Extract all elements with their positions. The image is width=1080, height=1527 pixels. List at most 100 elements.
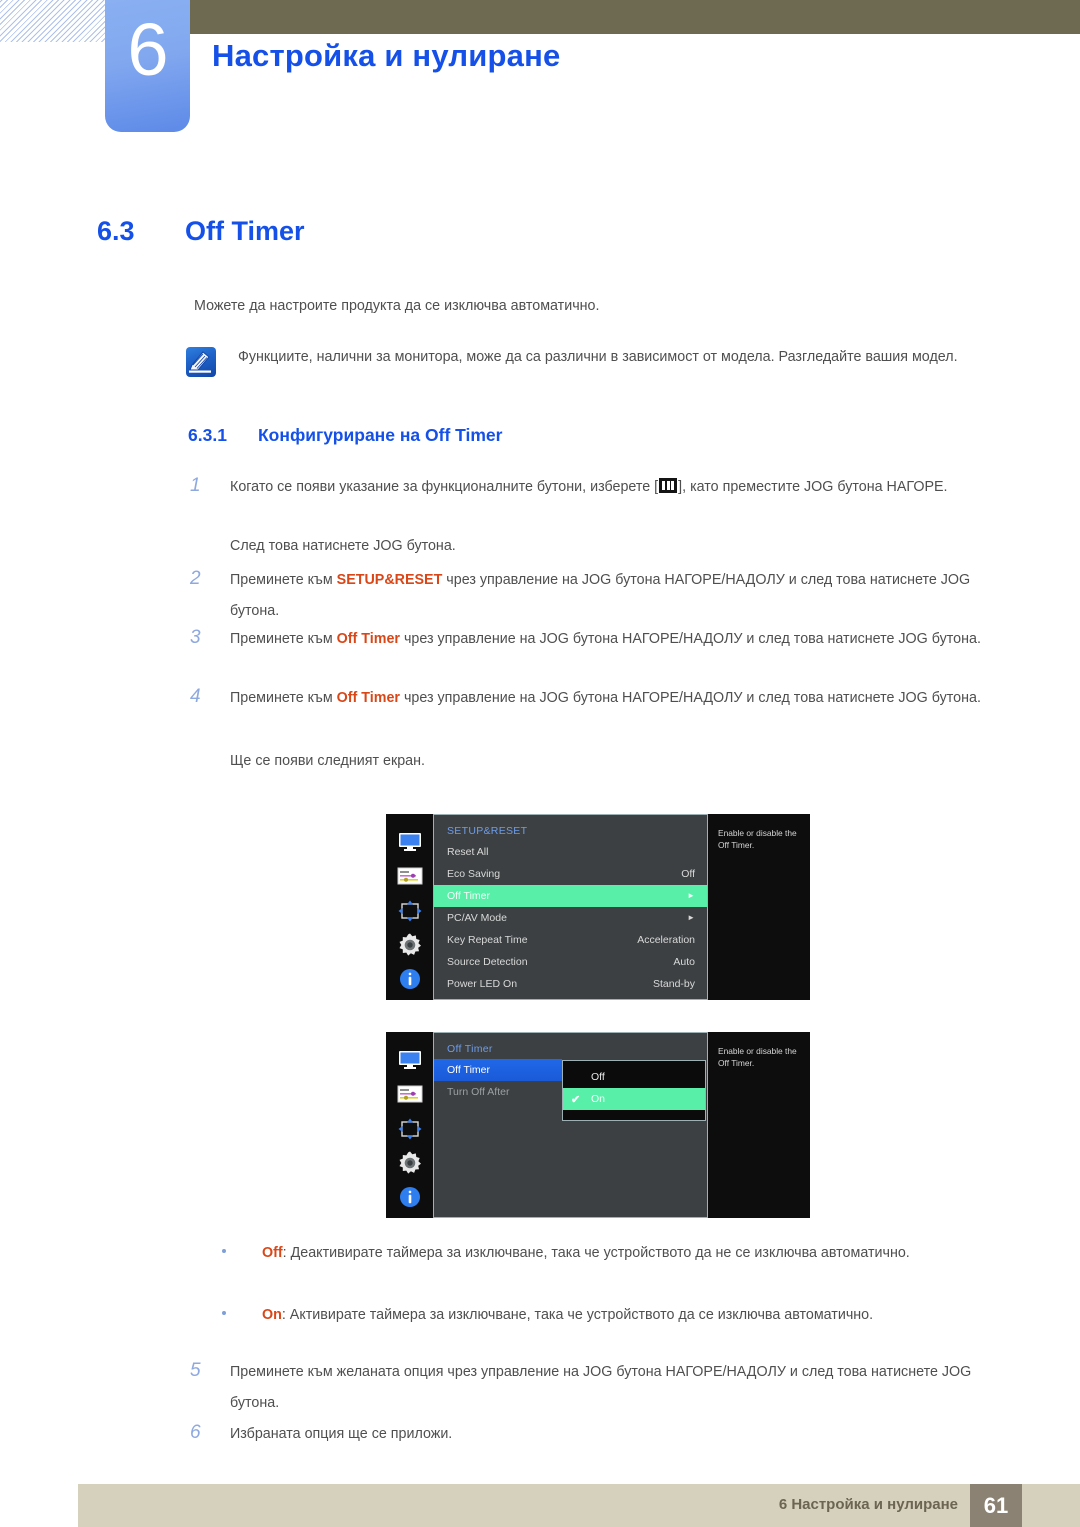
gear-icon	[395, 931, 425, 958]
osd-row-value: Auto	[673, 956, 695, 968]
step-6: 6 Избраната опция ще се приложи.	[190, 1419, 990, 1450]
screen-adjust-icon	[395, 1115, 425, 1142]
osd-icon-column	[386, 1032, 433, 1218]
step-2: 2 Преминете към SETUP&RESET чрез управле…	[190, 565, 990, 627]
osd-row-label: Key Repeat Time	[447, 934, 528, 946]
note-pencil-icon	[186, 347, 216, 377]
picture-settings-icon	[395, 862, 425, 889]
osd-icon-column	[386, 814, 433, 1000]
osd-menu-glyph-icon	[659, 478, 678, 493]
dropdown-option-off[interactable]: Off	[563, 1066, 705, 1088]
osd-row-label: Off Timer	[447, 1064, 490, 1076]
step-4-bold: Off Timer	[336, 690, 400, 706]
osd-row-label: Source Detection	[447, 956, 528, 968]
note-block: Функциите, налични за монитора, може да …	[186, 344, 996, 377]
step-number: 6	[190, 1422, 201, 1443]
page-number: 61	[983, 1492, 1009, 1518]
step-3-bold: Off Timer	[336, 631, 400, 647]
step-number: 2	[190, 568, 201, 589]
bullet-bold-off: Off	[262, 1245, 283, 1261]
info-icon	[395, 966, 425, 993]
bullet-off: Off: Деактивирате таймера за изключване,…	[222, 1238, 992, 1269]
step-number: 1	[190, 475, 201, 496]
section-title: Off Timer	[185, 216, 305, 246]
osd-row-off-timer-selected[interactable]: Off Timer ►	[434, 885, 707, 907]
bullet-text: On: Активирате таймера за изключване, та…	[262, 1300, 992, 1331]
osd-heading: Off Timer	[447, 1043, 493, 1055]
osd-row-source-detection[interactable]: Source Detection Auto	[434, 951, 707, 973]
osd-screenshot-setup-reset: SETUP&RESET Reset All Eco Saving Off Off…	[386, 814, 810, 1000]
osd-help-text: Enable or disable the Off Timer.	[708, 1032, 810, 1218]
off-timer-dropdown[interactable]: Off ✔ On	[562, 1060, 706, 1121]
chapter-number-badge: 6	[105, 0, 190, 132]
bullet-dot-icon	[222, 1249, 226, 1253]
dropdown-option-on[interactable]: ✔ On	[563, 1088, 705, 1110]
bullet-dot-icon	[222, 1311, 226, 1315]
bullet-on: On: Активирате таймера за изключване, та…	[222, 1300, 992, 1331]
bullet-text: Off: Деактивирате таймера за изключване,…	[262, 1238, 992, 1269]
bullet-body-off: : Деактивирате таймера за изключване, та…	[282, 1245, 910, 1261]
bullet-bold-on: On	[262, 1307, 282, 1323]
step-number: 5	[190, 1360, 201, 1381]
step-4: 4 Преминете към Off Timer чрез управлени…	[190, 683, 990, 714]
step-1-extra-text: След това натиснете JOG бутона.	[230, 538, 456, 554]
osd-row-power-led-on[interactable]: Power LED On Stand-by	[434, 973, 707, 995]
step-1-text-b: ], като преместите JOG бутона НАГОРЕ.	[678, 479, 948, 495]
step-text: Избраната опция ще се приложи.	[230, 1426, 453, 1442]
step-text: Когато се появи указание за функционални…	[230, 472, 990, 503]
gear-icon	[395, 1149, 425, 1176]
footer-page-box: 61	[970, 1484, 1022, 1527]
osd-row-off-timer-highlighted[interactable]: Off Timer	[434, 1059, 562, 1081]
step-4-extra: Ще се появи следният екран.	[190, 746, 990, 777]
step-3-pre: Преминете към	[230, 631, 337, 647]
header-olive-bar	[190, 0, 1080, 34]
screen-adjust-icon	[395, 897, 425, 924]
osd-row-label: Eco Saving	[447, 868, 501, 880]
monitor-icon	[395, 1046, 425, 1073]
dropdown-option-label: On	[591, 1093, 606, 1105]
step-text: Преминете към SETUP&RESET чрез управлени…	[230, 565, 990, 627]
osd-row-pc-av-mode[interactable]: PC/AV Mode ►	[434, 907, 707, 929]
step-3: 3 Преминете към Off Timer чрез управлени…	[190, 624, 990, 655]
dropdown-option-label: Off	[591, 1071, 605, 1083]
info-icon	[395, 1184, 425, 1211]
osd-screenshot-off-timer: Off Timer Off Timer Turn Off After Off ✔…	[386, 1032, 810, 1218]
step-3-post: чрез управление на JOG бутона НАГОРЕ/НАД…	[399, 631, 981, 647]
note-text: Функциите, налични за монитора, може да …	[238, 349, 958, 365]
step-1-text-a: Когато се появи указание за функционални…	[230, 479, 659, 495]
subsection-number: 6.3.1	[188, 425, 227, 445]
step-text: Преминете към Off Timer чрез управление …	[230, 624, 990, 655]
step-4-pre: Преминете към	[230, 690, 337, 706]
osd-row-value: Stand-by	[652, 978, 695, 990]
osd-row-label: Off Timer	[447, 890, 490, 902]
bullet-body-on: : Активирате таймера за изключване, така…	[281, 1307, 874, 1323]
footer-chapter-label: 6 Настройка и нулиране	[778, 1496, 958, 1513]
osd-main-panel: SETUP&RESET Reset All Eco Saving Off Off…	[433, 814, 708, 1000]
osd-row-eco-saving[interactable]: Eco Saving Off	[434, 863, 707, 885]
picture-settings-icon	[395, 1080, 425, 1107]
step-text: Преминете към Off Timer чрез управление …	[230, 683, 990, 714]
osd-row-label: Power LED On	[447, 978, 518, 990]
step-1: 1 Когато се появи указание за функционал…	[190, 472, 990, 503]
osd-row-label: Reset All	[447, 846, 489, 858]
step-text: Преминете към желаната опция чрез управл…	[230, 1364, 972, 1411]
intro-paragraph: Можете да настроите продукта да се изклю…	[194, 298, 600, 314]
osd-row-key-repeat-time[interactable]: Key Repeat Time Acceleration	[434, 929, 707, 951]
osd-help-text: Enable or disable the Off Timer.	[708, 814, 810, 1000]
osd-row-value: Off	[681, 868, 695, 880]
section-heading: 6.3 Off Timer	[97, 216, 997, 247]
osd-row-value: Acceleration	[637, 934, 695, 946]
step-4-post: чрез управление на JOG бутона НАГОРЕ/НАД…	[399, 690, 981, 706]
chevron-right-icon: ►	[687, 913, 695, 922]
chapter-title: Настройка и нулиране	[212, 38, 561, 73]
step-2-pre: Преминете към	[230, 572, 337, 588]
step-number: 4	[190, 686, 201, 707]
chapter-number: 6	[127, 8, 168, 91]
subsection-heading: 6.3.1 Конфигуриране на Off Timer	[188, 425, 1018, 446]
check-icon: ✔	[571, 1093, 581, 1106]
chevron-right-icon: ►	[687, 891, 695, 900]
osd-row-reset-all[interactable]: Reset All	[434, 841, 707, 863]
section-number: 6.3	[97, 216, 135, 246]
osd-row-label: PC/AV Mode	[447, 912, 507, 924]
osd-main-panel: Off Timer Off Timer Turn Off After Off ✔…	[433, 1032, 708, 1218]
